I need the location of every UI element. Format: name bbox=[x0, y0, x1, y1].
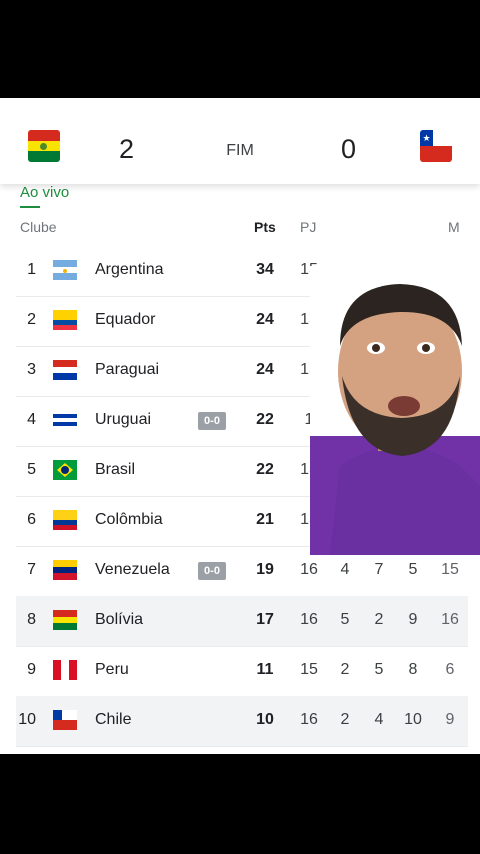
colombia-flag-icon bbox=[53, 510, 77, 530]
row-losses: 10 bbox=[404, 711, 422, 728]
presenter-overlay bbox=[310, 266, 480, 555]
chile-flag-icon bbox=[53, 710, 77, 730]
team-name: Paraguai bbox=[95, 361, 160, 378]
match-status: FIM bbox=[226, 142, 254, 159]
team-name: Peru bbox=[95, 661, 129, 678]
row-wins: 2 bbox=[340, 711, 350, 728]
row-goal-diff: 15 bbox=[441, 561, 459, 578]
row-games-played: 16 bbox=[300, 611, 318, 628]
live-score-badge: 0-0 bbox=[198, 562, 226, 580]
header-pts[interactable]: Pts bbox=[254, 219, 276, 235]
brazil-flag-icon bbox=[53, 460, 77, 480]
row-points: 34 bbox=[256, 261, 274, 278]
row-position: 10 bbox=[18, 711, 36, 728]
row-wins: 2 bbox=[340, 661, 350, 678]
row-position: 4 bbox=[27, 411, 36, 428]
bolivia-flag-icon bbox=[53, 610, 77, 630]
ecuador-flag-icon bbox=[53, 310, 77, 330]
team-name: Uruguai bbox=[95, 411, 152, 428]
row-losses: 5 bbox=[408, 561, 418, 578]
live-tab-indicator bbox=[20, 206, 40, 208]
row-position: 1 bbox=[27, 261, 36, 278]
row-draws: 2 bbox=[374, 611, 384, 628]
team-name: Bolívia bbox=[95, 611, 144, 628]
table-row[interactable]: 10 Chile 10 16 2 4 10 9 bbox=[16, 696, 468, 747]
row-draws: 4 bbox=[374, 711, 384, 728]
header-sg[interactable]: M bbox=[448, 219, 460, 235]
match-score-bar[interactable]: 2 FIM 0 ★ bbox=[0, 98, 480, 184]
header-club: Clube bbox=[20, 219, 57, 235]
row-position: 5 bbox=[27, 461, 36, 478]
row-position: 3 bbox=[27, 361, 36, 378]
row-points: 11 bbox=[256, 661, 274, 678]
standings-screen: 2 FIM 0 ★ Ao vivo Clube Pts PJ M 1 Argent… bbox=[0, 98, 480, 754]
row-position: 9 bbox=[27, 661, 36, 678]
row-wins: 4 bbox=[340, 561, 350, 578]
row-goal-diff: 6 bbox=[445, 661, 455, 678]
row-wins: 5 bbox=[340, 611, 350, 628]
uruguay-flag-icon bbox=[53, 410, 77, 430]
row-losses: 8 bbox=[408, 661, 418, 678]
table-row[interactable]: 8 Bolívia 17 16 5 2 9 16 bbox=[16, 596, 468, 647]
row-position: 8 bbox=[27, 611, 36, 628]
row-points: 24 bbox=[256, 311, 274, 328]
row-games-played: 16 bbox=[300, 711, 318, 728]
row-points: 19 bbox=[256, 561, 274, 578]
header-pj[interactable]: PJ bbox=[300, 219, 316, 235]
team-name: Argentina bbox=[95, 261, 164, 278]
row-points: 17 bbox=[256, 611, 274, 628]
team-name: Brasil bbox=[95, 461, 136, 478]
table-row[interactable]: 9 Peru 11 15 2 5 8 6 bbox=[16, 646, 468, 697]
away-score: 0 bbox=[341, 134, 357, 164]
team-name: Chile bbox=[95, 711, 132, 728]
row-losses: 9 bbox=[408, 611, 418, 628]
argentina-flag-icon bbox=[53, 260, 77, 280]
row-points: 10 bbox=[256, 711, 274, 728]
row-goal-diff: 16 bbox=[441, 611, 459, 628]
row-games-played: 15 bbox=[300, 661, 318, 678]
row-position: 6 bbox=[27, 511, 36, 528]
team-name: Venezuela bbox=[95, 561, 170, 578]
peru-flag-icon bbox=[53, 660, 77, 680]
row-position: 2 bbox=[27, 311, 36, 328]
row-points: 24 bbox=[256, 361, 274, 378]
row-points: 22 bbox=[256, 411, 274, 428]
row-games-played: 16 bbox=[300, 561, 318, 578]
row-goal-diff: 9 bbox=[445, 711, 455, 728]
team-name: Colômbia bbox=[95, 511, 163, 528]
chile-flag-icon: ★ bbox=[420, 130, 452, 162]
row-draws: 7 bbox=[374, 561, 384, 578]
row-points: 22 bbox=[256, 461, 274, 478]
live-score-badge: 0-0 bbox=[198, 412, 226, 430]
row-position: 7 bbox=[27, 561, 36, 578]
live-tab[interactable]: Ao vivo bbox=[20, 184, 69, 201]
venezuela-flag-icon bbox=[53, 560, 77, 580]
team-name: Equador bbox=[95, 311, 156, 328]
row-draws: 5 bbox=[374, 661, 384, 678]
row-points: 21 bbox=[256, 511, 274, 528]
paraguay-flag-icon bbox=[53, 360, 77, 380]
